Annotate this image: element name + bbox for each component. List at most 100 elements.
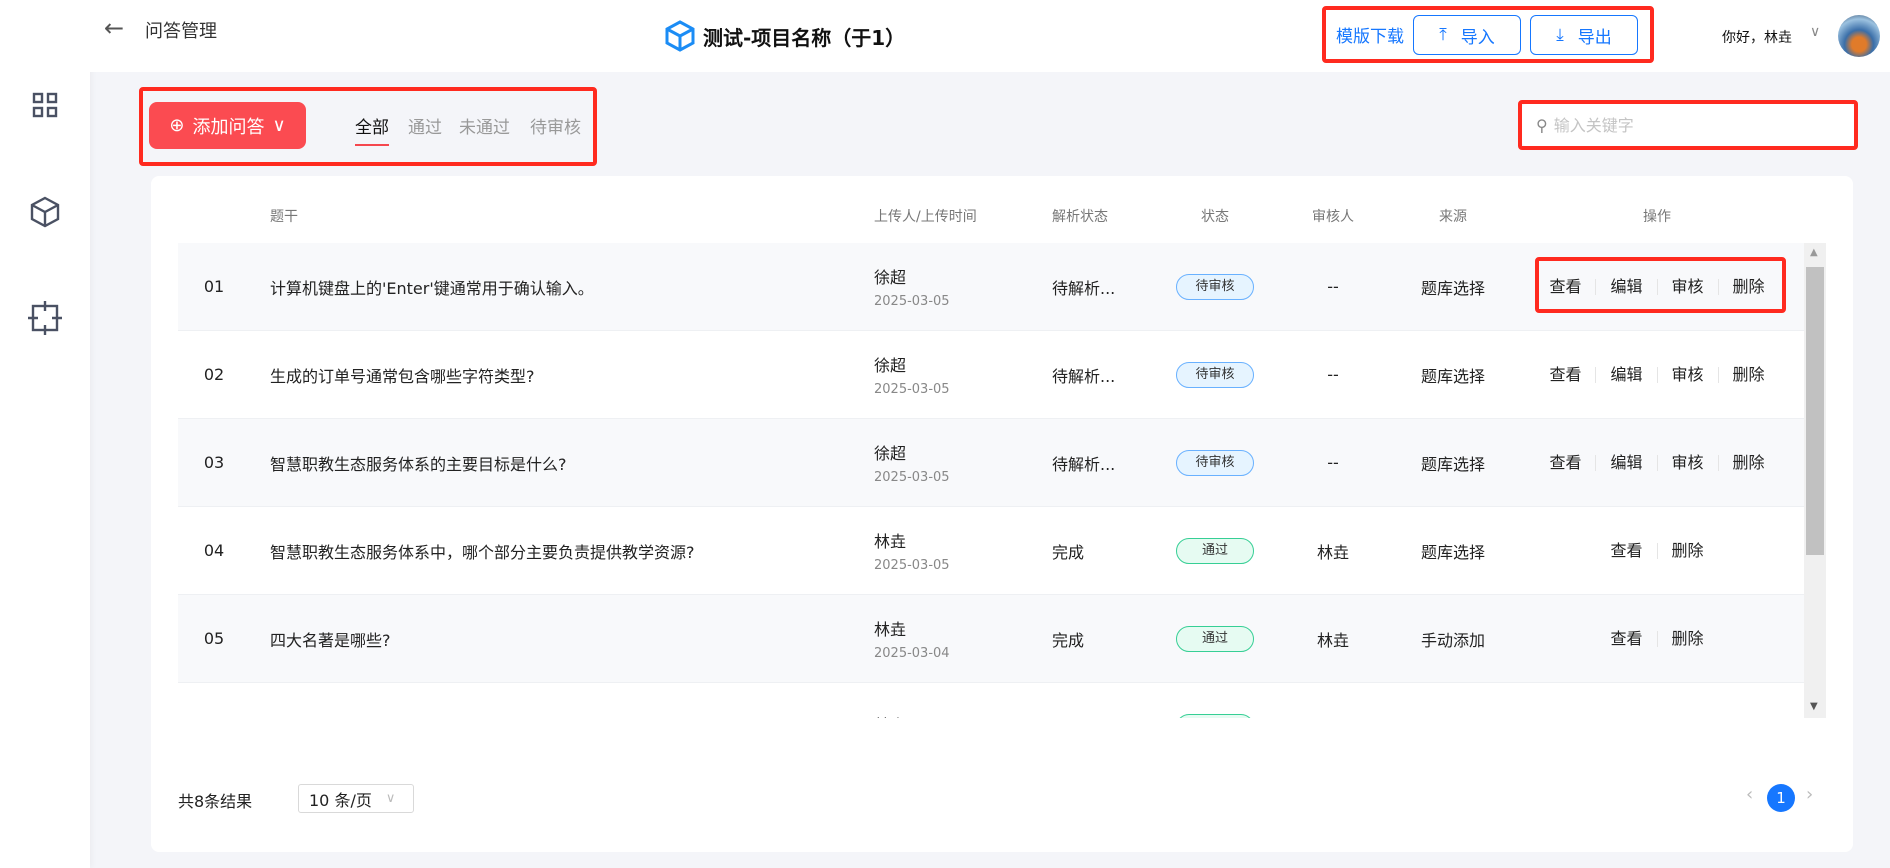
row-actions: 查看 删除 — [1510, 630, 1804, 647]
op-0[interactable]: 查看 — [1535, 366, 1595, 383]
op-0[interactable]: 查看 — [1535, 278, 1595, 295]
row-source: 手动添加 — [1420, 630, 1485, 650]
next-page-icon[interactable]: › — [1806, 784, 1813, 805]
row-source: 题库选择 — [1420, 366, 1485, 386]
op-2[interactable]: 审核 — [1656, 278, 1718, 295]
col-parse: 解析状态 — [1052, 209, 1108, 225]
row-reviewer: -- — [1327, 365, 1339, 384]
page-size-select[interactable]: 10 条/页 ∨ — [298, 784, 414, 813]
search-box: ⚲ — [1522, 104, 1854, 146]
crosshair-icon[interactable] — [25, 298, 65, 338]
col-title: 题干 — [270, 209, 298, 225]
op-1[interactable]: 编辑 — [1595, 278, 1656, 295]
row-no: 02 — [203, 365, 225, 384]
tab-rejected[interactable]: 未通过 — [459, 113, 510, 144]
table-row: 05 四大名著是哪些? 林垚 2025-03-04 完成 通过 林垚 手动添加 查… — [178, 595, 1804, 683]
op-1[interactable]: 编辑 — [1595, 366, 1656, 383]
page-title: 问答管理 — [145, 21, 217, 42]
project-logo-icon — [665, 20, 695, 52]
op-3[interactable]: 删除 — [1717, 454, 1779, 471]
op-0[interactable]: 查看 — [1535, 454, 1595, 471]
row-title: 生成的订单号通常包含哪些字符类型? — [270, 366, 535, 386]
row-reviewer: 林垚 — [1316, 542, 1349, 562]
row-uploader: 徐超 2025-03-05 — [874, 356, 950, 397]
status-badge: 通过 — [1176, 537, 1254, 564]
upload-icon: ⤒ — [1439, 25, 1447, 45]
cube-icon[interactable] — [25, 192, 65, 232]
row-reviewer: -- — [1327, 453, 1339, 472]
row-actions: 查看 编辑 审核 删除 — [1510, 454, 1804, 471]
row-parse-status: 待解析... — [1052, 366, 1116, 386]
tab-pending[interactable]: 待审核 — [530, 113, 581, 144]
col-reviewer: 审核人 — [1312, 209, 1354, 225]
row-no: 03 — [203, 453, 225, 472]
table-row: 01 计算机键盘上的'Enter'键通常用于确认输入。 徐超 2025-03-05… — [178, 243, 1804, 331]
prev-page-icon[interactable]: ‹ — [1746, 784, 1753, 805]
row-parse-status: 完成 — [1052, 630, 1085, 650]
import-button[interactable]: ⤒ 导入 — [1413, 15, 1521, 55]
table-row: 03 智慧职教生态服务体系的主要目标是什么? 徐超 2025-03-05 待解析.… — [178, 419, 1804, 507]
row-parse-status: 待解析... — [1052, 454, 1116, 474]
tab-all[interactable]: 全部 — [355, 113, 389, 146]
row-actions: 查看 删除 — [1510, 542, 1804, 559]
row-title: 计算机键盘上的'Enter'键通常用于确认输入。 — [270, 278, 594, 298]
search-input[interactable] — [1553, 115, 1834, 135]
row-uploader: 林垚 2025-03-04 — [874, 620, 950, 661]
user-greeting[interactable]: 你好，林垚 — [1722, 27, 1792, 47]
row-parse-status: 完成 — [1052, 542, 1085, 562]
scrollbar[interactable]: ▲ ▼ — [1804, 243, 1826, 718]
row-reviewer: -- — [1327, 277, 1339, 296]
op-2[interactable]: 审核 — [1656, 454, 1718, 471]
table-row: 04 智慧职教生态服务体系中，哪个部分主要负责提供教学资源? 林垚 2025-03… — [178, 507, 1804, 595]
table-row: 02 生成的订单号通常包含哪些字符类型? 徐超 2025-03-05 待解析...… — [178, 331, 1804, 419]
chevron-down-icon: ∨ — [272, 115, 286, 136]
row-parse-status: 待解析... — [1052, 278, 1116, 298]
chevron-down-icon[interactable]: ∨ — [1810, 24, 1820, 40]
back-arrow-icon[interactable]: ← — [104, 14, 124, 42]
row-title: 四大名著是哪些? — [270, 630, 391, 650]
row-actions: 查看 编辑 审核 删除 — [1510, 366, 1804, 383]
op-1[interactable]: 编辑 — [1595, 454, 1656, 471]
row-source: 题库选择 — [1420, 454, 1485, 474]
row-source: 题库选择 — [1420, 278, 1485, 298]
row-uploader: 林垚 — [874, 712, 1052, 719]
op-3[interactable]: 删除 — [1717, 278, 1779, 295]
row-uploader: 徐超 2025-03-05 — [874, 268, 950, 309]
plus-circle-icon: ⊕ — [169, 115, 185, 136]
avatar[interactable] — [1838, 15, 1880, 57]
scrollbar-thumb[interactable] — [1806, 267, 1824, 555]
col-ops: 操作 — [1643, 209, 1671, 225]
row-uploader: 徐超 2025-03-05 — [874, 444, 950, 485]
status-badge: 通过 — [1176, 625, 1254, 652]
page-1[interactable]: 1 — [1767, 784, 1795, 812]
scroll-up-icon[interactable]: ▲ — [1810, 247, 1818, 258]
status-badge: 待审核 — [1176, 449, 1254, 476]
status-badge: 通过 — [1176, 713, 1254, 718]
row-title: 智慧职教生态服务体系的主要目标是什么? — [270, 454, 567, 474]
total-count: 共8条结果 — [178, 792, 253, 811]
grid-icon[interactable] — [25, 85, 65, 125]
add-qa-button[interactable]: ⊕ 添加问答 ∨ — [149, 102, 306, 149]
search-icon: ⚲ — [1536, 115, 1548, 135]
scroll-down-icon[interactable]: ▼ — [1810, 701, 1818, 712]
op-2[interactable]: 审核 — [1656, 366, 1718, 383]
table-row: 林垚 通过 — [178, 683, 1804, 718]
row-uploader: 林垚 2025-03-05 — [874, 532, 950, 573]
op-1[interactable]: 删除 — [1656, 542, 1718, 559]
table-body: 01 计算机键盘上的'Enter'键通常用于确认输入。 徐超 2025-03-05… — [178, 243, 1804, 718]
op-3[interactable]: 删除 — [1717, 366, 1779, 383]
op-1[interactable]: 删除 — [1656, 630, 1718, 647]
row-source: 题库选择 — [1420, 542, 1485, 562]
template-download-link[interactable]: 模版下载 — [1336, 22, 1404, 47]
status-badge: 待审核 — [1176, 273, 1254, 300]
row-actions: 查看 编辑 审核 删除 — [1510, 278, 1804, 295]
col-status: 状态 — [1201, 209, 1229, 225]
row-no: 01 — [203, 277, 225, 296]
op-0[interactable]: 查看 — [1596, 542, 1656, 559]
col-source: 来源 — [1439, 209, 1467, 225]
sidebar — [0, 0, 90, 868]
tab-passed[interactable]: 通过 — [408, 113, 442, 144]
row-reviewer: 林垚 — [1316, 630, 1349, 650]
export-button[interactable]: ⤓ 导出 — [1530, 15, 1638, 55]
op-0[interactable]: 查看 — [1596, 630, 1656, 647]
